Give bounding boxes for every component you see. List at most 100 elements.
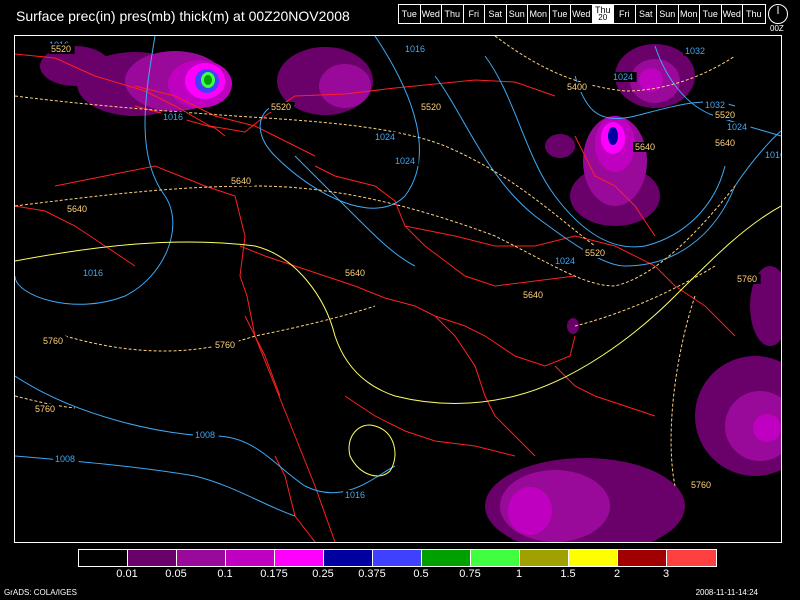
pressure-label: 1032 bbox=[705, 100, 725, 110]
day-cell[interactable]: Sat bbox=[636, 5, 657, 23]
day-label: Tue bbox=[702, 9, 718, 19]
thickness-label: 5760 bbox=[35, 404, 55, 414]
day-label: Mon bbox=[529, 9, 547, 19]
pressure-label: 1032 bbox=[685, 46, 705, 56]
thickness-label: 5520 bbox=[271, 102, 291, 112]
day-cell[interactable]: Thu bbox=[743, 5, 765, 23]
day-cell[interactable]: Sun bbox=[507, 5, 528, 23]
day-label: Tue bbox=[401, 9, 417, 19]
legend-label: 0.75 bbox=[459, 568, 481, 580]
legend-label: 2 bbox=[613, 568, 621, 580]
legend-label: 1 bbox=[515, 568, 523, 580]
legend-swatch bbox=[422, 550, 471, 566]
precip-legend bbox=[78, 549, 717, 567]
legend-swatch bbox=[226, 550, 275, 566]
thickness-label: 5760 bbox=[43, 336, 63, 346]
thickness-label: 5760 bbox=[691, 480, 711, 490]
thickness-label: 5520 bbox=[715, 110, 735, 120]
day-cell[interactable]: Fri bbox=[614, 5, 636, 23]
day-label: Sun bbox=[659, 9, 676, 19]
day-cell[interactable]: Mon bbox=[679, 5, 700, 23]
day-label: Wed bbox=[572, 9, 591, 19]
day-cell[interactable]: Tue bbox=[550, 5, 571, 23]
day-cell[interactable]: Wed bbox=[571, 5, 593, 23]
legend-swatch bbox=[79, 550, 128, 566]
legend-swatch bbox=[520, 550, 569, 566]
day-label: Thu bbox=[444, 9, 460, 19]
day-label: Wed bbox=[421, 9, 440, 19]
day-label: Fri bbox=[619, 9, 630, 19]
thickness-label: 5640 bbox=[635, 142, 655, 152]
legend-swatch bbox=[275, 550, 324, 566]
legend-label: 0.175 bbox=[260, 568, 288, 580]
pressure-label: 1016 bbox=[345, 490, 365, 500]
pressure-label: 1024 bbox=[555, 256, 575, 266]
day-cell[interactable]: Fri bbox=[464, 5, 485, 23]
day-label: Mon bbox=[679, 9, 698, 19]
day-cell[interactable]: Sun bbox=[657, 5, 679, 23]
legend-swatch bbox=[667, 550, 716, 566]
legend-swatch bbox=[618, 550, 667, 566]
legend-label: 0.05 bbox=[165, 568, 187, 580]
day-label: Sat bbox=[488, 9, 502, 19]
day-label: Fri bbox=[468, 9, 480, 19]
day-cell[interactable]: Tue bbox=[399, 5, 421, 23]
day-label: Sun bbox=[508, 9, 525, 19]
legend-label: 3 bbox=[662, 568, 670, 580]
legend-label: 0.375 bbox=[358, 568, 386, 580]
thickness-label: 5640 bbox=[345, 268, 365, 278]
map-canvas: 1016 1016 1024 1024 1024 1032 1024 1032 1024 1016… bbox=[15, 36, 781, 542]
day-cell[interactable]: Mon bbox=[528, 5, 550, 23]
legend-label: 0.01 bbox=[116, 568, 138, 580]
day-cell[interactable]: Tue bbox=[700, 5, 722, 23]
pressure-label: 1016 bbox=[405, 44, 425, 54]
thickness-label: 5520 bbox=[421, 102, 441, 112]
clock-icon bbox=[768, 4, 788, 24]
thickness-label: 5520 bbox=[51, 44, 71, 54]
pressure-label: 1024 bbox=[375, 132, 395, 142]
pressure-label: 1024 bbox=[395, 156, 415, 166]
map-title: Surface prec(in) pres(mb) thick(m) at 00… bbox=[16, 8, 350, 24]
day-selector[interactable]: Tue Wed Thu Fri Sat Sun Mon Tue Wed Thu 20 Fri Sat Su… bbox=[398, 4, 766, 24]
pressure-label: 1024 bbox=[613, 72, 633, 82]
precip-legend-labels: 0.01 0.05 0.1 0.175 0.25 0.375 0.5 0.75 1 1.5 2 3 bbox=[78, 568, 722, 582]
legend-swatch bbox=[373, 550, 422, 566]
weather-map: 1016 1016 1024 1024 1024 1032 1024 1032 1024 1016… bbox=[14, 35, 782, 543]
day-label: Thu bbox=[745, 9, 762, 19]
thickness-label: 5520 bbox=[585, 248, 605, 258]
thickness-label: 5640 bbox=[523, 290, 543, 300]
legend-label: 1.5 bbox=[560, 568, 576, 580]
thickness-label: 5640 bbox=[231, 176, 251, 186]
clock-label: 00Z bbox=[770, 24, 784, 33]
day-cell[interactable]: Thu 20 bbox=[592, 5, 614, 23]
day-cell[interactable]: Thu bbox=[442, 5, 464, 23]
thickness-solid bbox=[15, 205, 781, 477]
legend-swatch bbox=[471, 550, 520, 566]
legend-swatch bbox=[569, 550, 618, 566]
pressure-label: 1008 bbox=[55, 454, 75, 464]
footer-timestamp: 2008-11-11-14:24 bbox=[695, 588, 758, 597]
thickness-label: 5760 bbox=[215, 340, 235, 350]
legend-label: 0.5 bbox=[413, 568, 429, 580]
precip-area-northwest bbox=[40, 46, 373, 116]
pressure-label: 1016 bbox=[83, 268, 103, 278]
footer-credit: GrADS: COLA/IGES bbox=[4, 588, 77, 597]
day-number: 20 bbox=[598, 13, 608, 22]
thickness-label: 5760 bbox=[737, 274, 757, 284]
pressure-label: 1024 bbox=[727, 122, 747, 132]
pressure-label: 1008 bbox=[195, 430, 215, 440]
day-cell[interactable]: Wed bbox=[421, 5, 442, 23]
legend-swatch bbox=[177, 550, 226, 566]
day-label: Wed bbox=[722, 9, 741, 19]
legend-swatch bbox=[324, 550, 373, 566]
day-cell[interactable]: Sat bbox=[485, 5, 507, 23]
legend-label: 0.25 bbox=[312, 568, 334, 580]
legend-swatch bbox=[128, 550, 177, 566]
thickness-label: 5640 bbox=[67, 204, 87, 214]
thickness-label: 5400 bbox=[567, 82, 587, 92]
pressure-label: 1016 bbox=[765, 150, 781, 160]
thickness-label: 5640 bbox=[715, 138, 735, 148]
pressure-label: 1016 bbox=[163, 112, 183, 122]
legend-label: 0.1 bbox=[217, 568, 233, 580]
day-cell[interactable]: Wed bbox=[722, 5, 743, 23]
